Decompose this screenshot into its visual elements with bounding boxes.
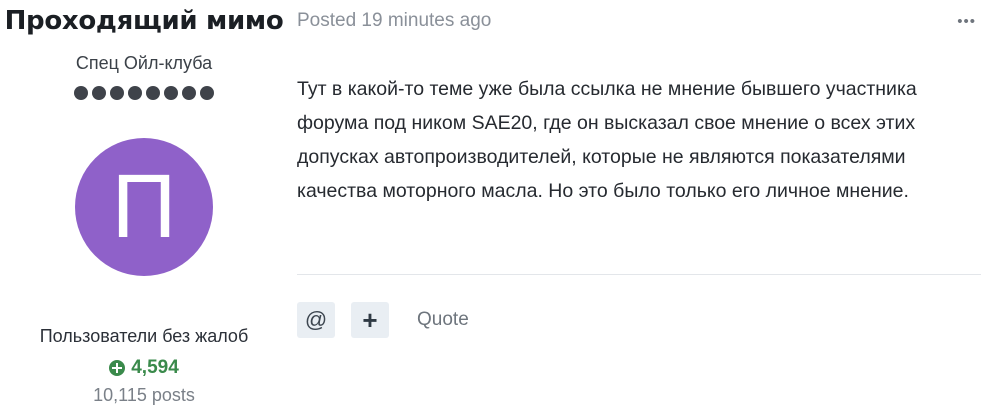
author-rank-title: Спец Ойл-клуба — [75, 53, 213, 73]
divider — [297, 274, 981, 275]
ellipsis-icon[interactable]: ••• — [957, 13, 976, 30]
rank-pip — [74, 86, 88, 100]
rank-pip — [92, 86, 106, 100]
avatar[interactable]: П — [75, 138, 213, 276]
rank-pip — [200, 86, 214, 100]
reputation-value: 4,594 — [131, 357, 179, 378]
quote-link[interactable]: Quote — [417, 309, 469, 331]
mention-button[interactable]: @ — [297, 302, 335, 338]
author-panel: Проходящий мимо Спец Ойл-клуба П Пользов… — [0, 0, 288, 406]
rank-pip — [110, 86, 124, 100]
avatar-letter: П — [111, 157, 177, 257]
reputation[interactable]: 4,594 — [0, 357, 288, 379]
post-actions: @ + Quote — [297, 302, 469, 338]
rank-pip — [182, 86, 196, 100]
post-body: Тут в какой-то теме уже была ссылка не м… — [297, 78, 917, 202]
post-timestamp[interactable]: Posted 19 minutes ago — [297, 10, 491, 32]
author-name[interactable]: Проходящий мимо — [0, 6, 288, 37]
plus-circle-icon — [109, 360, 126, 376]
post-count: 10,115 posts — [93, 385, 195, 405]
rank-pip — [164, 86, 178, 100]
post-content: Posted 19 minutes ago ••• Тут в какой-то… — [297, 0, 982, 400]
author-group: Пользователи без жалоб — [39, 326, 249, 346]
multiquote-button[interactable]: + — [351, 302, 389, 338]
rank-pip — [128, 86, 142, 100]
rank-pips — [0, 86, 288, 100]
rank-pip — [146, 86, 160, 100]
